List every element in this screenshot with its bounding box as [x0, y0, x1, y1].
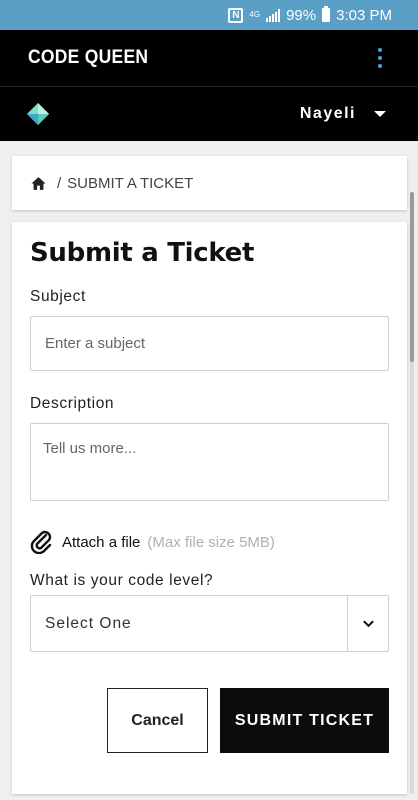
app-title: CODE QUEEN: [28, 47, 149, 68]
app-bar: CODE QUEEN: [0, 30, 418, 86]
form-actions: Cancel SUBMIT TICKET: [30, 688, 389, 753]
scrollbar-thumb[interactable]: [410, 192, 414, 362]
user-name: Nayeli: [299, 105, 356, 122]
subject-label: Subject: [30, 288, 86, 305]
code-level-select[interactable]: Select One: [30, 595, 389, 652]
code-level-value: Select One: [45, 614, 132, 632]
code-level-toggle[interactable]: [347, 596, 388, 651]
chevron-down-icon: [362, 617, 375, 630]
home-icon[interactable]: [30, 175, 47, 192]
code-level-label: What is your code level?: [30, 572, 214, 589]
status-bar: N 4G 99% 3:03 PM: [0, 0, 418, 30]
attach-file-link[interactable]: Attach a file: [62, 534, 140, 551]
nfc-icon: N: [228, 7, 244, 23]
battery-icon: [322, 6, 331, 22]
network-type-icon: 4G: [249, 10, 261, 19]
attach-file-hint: (Max file size 5MB): [147, 533, 275, 551]
paperclip-icon[interactable]: [30, 530, 54, 554]
page-title: Submit a Ticket: [30, 238, 255, 268]
user-bar: Nayeli: [0, 86, 418, 141]
attach-file-row: Attach a file (Max file size 5MB): [30, 530, 389, 554]
breadcrumb-separator: /: [57, 174, 62, 192]
description-label: Description: [30, 395, 115, 412]
status-time: 3:03 PM: [336, 6, 392, 24]
breadcrumb: / SUBMIT A TICKET: [12, 156, 407, 210]
signal-icon: [266, 8, 281, 22]
breadcrumb-current: SUBMIT A TICKET: [67, 174, 194, 192]
diamond-logo-icon[interactable]: [26, 102, 50, 126]
caret-down-icon: [374, 111, 386, 117]
cancel-button[interactable]: Cancel: [107, 688, 208, 753]
subject-input[interactable]: [30, 316, 389, 371]
more-vert-icon[interactable]: [370, 48, 390, 68]
description-input[interactable]: [30, 423, 389, 501]
user-menu[interactable]: Nayeli: [300, 105, 386, 123]
battery-percent: 99%: [286, 6, 317, 24]
submit-ticket-button[interactable]: SUBMIT TICKET: [220, 688, 389, 753]
ticket-form: Submit a Ticket Subject Description Atta…: [12, 222, 407, 794]
